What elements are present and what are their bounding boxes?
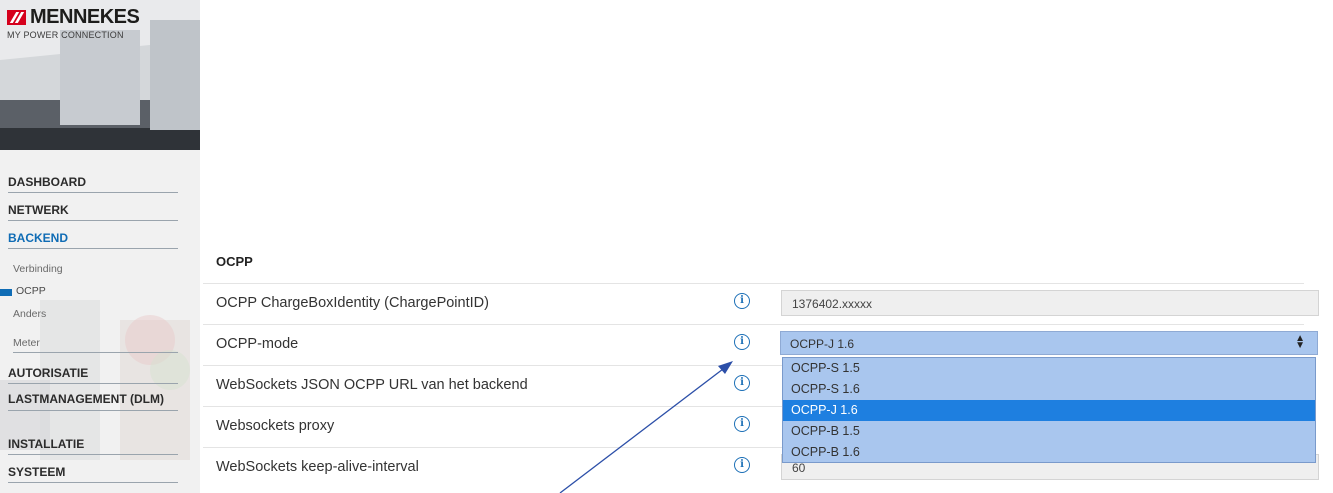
setting-label: WebSockets keep-alive-interval (216, 459, 419, 475)
setting-label: OCPP ChargeBoxIdentity (ChargePointID) (216, 295, 489, 311)
nav-item-backend[interactable]: BACKEND (8, 231, 178, 249)
nav-item-lastmanagement[interactable]: LASTMANAGEMENT (DLM) (8, 392, 178, 411)
dropdown-option[interactable]: OCPP-S 1.5 (783, 358, 1315, 379)
ocpp-mode-select[interactable]: OCPP-J 1.6 ▲ ▼ (780, 331, 1318, 355)
info-icon[interactable]: i (734, 375, 750, 391)
dropdown-option[interactable]: OCPP-B 1.6 (783, 442, 1315, 463)
ocpp-mode-dropdown: OCPP-S 1.5 OCPP-S 1.6 OCPP-J 1.6 OCPP-B … (782, 357, 1316, 463)
nav-item-label: NETWERK (8, 203, 69, 217)
arrow-down-glyph: ▼ (1295, 340, 1305, 351)
mennekes-mark-icon (7, 10, 26, 25)
subnav-item-verbinding[interactable]: Verbinding (13, 263, 178, 275)
dropdown-option[interactable]: OCPP-S 1.6 (783, 379, 1315, 400)
info-icon[interactable]: i (734, 416, 750, 432)
nav-item-label: DASHBOARD (8, 175, 86, 189)
subnav-item-label: Verbinding (13, 263, 63, 275)
info-icon[interactable]: i (734, 457, 750, 473)
brand-logo: MENNEKES MY POWER CONNECTION (7, 6, 140, 40)
nav-item-dashboard[interactable]: DASHBOARD (8, 175, 178, 193)
setting-label: OCPP-mode (216, 336, 299, 352)
subnav-item-label: Meter (13, 337, 40, 349)
nav-item-label: SYSTEEM (8, 465, 66, 479)
nav-item-systeem[interactable]: SYSTEEM (8, 465, 178, 483)
subnav-item-meter[interactable]: Meter (13, 337, 178, 353)
sort-arrows-icon: ▲ ▼ (1295, 334, 1305, 351)
nav-item-autorisatie[interactable]: AUTORISATIE (8, 366, 178, 384)
active-subnav-marker (0, 289, 12, 296)
nav-item-installatie[interactable]: INSTALLATIE (8, 437, 178, 455)
nav-item-label: INSTALLATIE (8, 437, 85, 451)
subnav-item-label: Anders (13, 308, 47, 320)
nav-item-label: AUTORISATIE (8, 366, 89, 380)
info-icon[interactable]: i (734, 293, 750, 309)
info-icon[interactable]: i (734, 334, 750, 350)
section-title: OCPP (216, 254, 253, 269)
setting-label: WebSockets JSON OCPP URL van het backend (216, 377, 528, 393)
dropdown-option[interactable]: OCPP-B 1.5 (783, 421, 1315, 442)
setting-label: Websockets proxy (216, 418, 335, 434)
nav-item-label: BACKEND (8, 231, 68, 245)
subnav-item-label: OCPP (16, 285, 46, 297)
brand-name: MENNEKES (30, 6, 140, 28)
subnav-item-anders[interactable]: Anders (13, 308, 178, 320)
nav-item-label: LASTMANAGEMENT (DLM) (8, 392, 164, 406)
dropdown-option-selected[interactable]: OCPP-J 1.6 (783, 400, 1315, 421)
subnav-item-ocpp[interactable]: OCPP (16, 285, 181, 297)
brand-tagline: MY POWER CONNECTION (7, 30, 124, 40)
ocpp-mode-selected-value: OCPP-J 1.6 (790, 337, 855, 351)
setting-row-chargeboxidentity: OCPP ChargeBoxIdentity (ChargePointID) i… (203, 283, 1319, 324)
nav-item-netwerk[interactable]: NETWERK (8, 203, 178, 221)
chargeboxidentity-input[interactable]: 1376402.xxxxx (781, 290, 1319, 316)
sidebar: MENNEKES MY POWER CONNECTION DASHBOARD N… (0, 0, 200, 493)
